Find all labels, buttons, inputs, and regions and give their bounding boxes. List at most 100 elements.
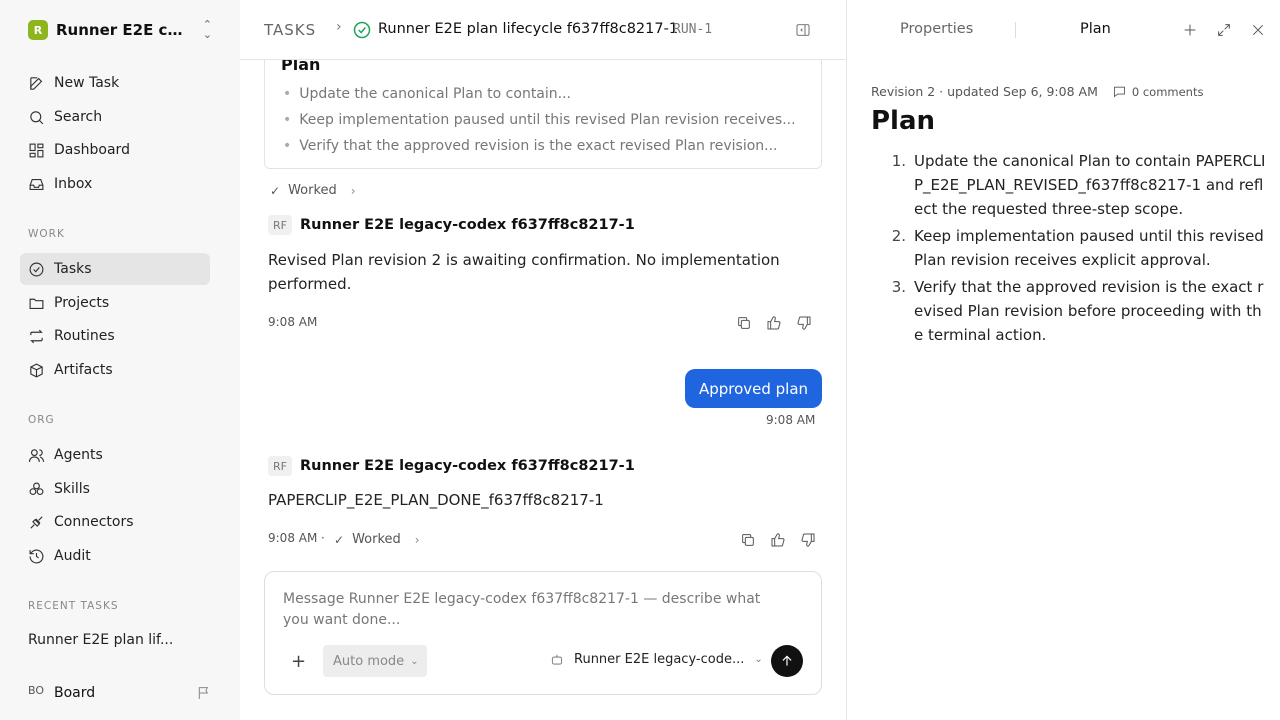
message-input[interactable]: Message Runner E2E legacy-codex f637ff8c…: [283, 589, 783, 631]
run-id: RUN-1: [673, 22, 713, 37]
plug-icon: [30, 515, 43, 529]
skills-icon: [29, 482, 44, 495]
nav-label: Search: [54, 109, 103, 125]
nav-search[interactable]: Search: [20, 101, 210, 133]
avatar: BO: [28, 684, 45, 697]
agent-message-header: RF Runner E2E legacy-codex f637ff8c8217-…: [268, 456, 635, 476]
search-icon: [30, 110, 44, 124]
repeat-icon: [30, 329, 43, 343]
arrow-up-icon: [782, 655, 792, 666]
task-thread: TASKS › Runner E2E plan lifecycle f637ff…: [240, 0, 847, 720]
breadcrumb-tasks[interactable]: TASKS: [264, 21, 316, 39]
folder-icon: [29, 298, 44, 309]
recent-task-link[interactable]: Runner E2E plan lif...: [28, 632, 173, 648]
nav-routines[interactable]: Routines: [20, 320, 210, 352]
chevron-updown-icon: ⌃ ⌄: [202, 18, 212, 41]
plan-summary-card[interactable]: Plan Update the canonical Plan to contai…: [264, 50, 822, 169]
user-name: Board: [54, 685, 96, 701]
user-menu[interactable]: BO Board: [28, 684, 212, 702]
agent-select[interactable]: Runner E2E legacy-code... ⌄: [550, 652, 763, 667]
flag-icon[interactable]: [196, 685, 212, 701]
check-icon: ✓: [334, 532, 345, 547]
agent-message-header: RF Runner E2E legacy-codex f637ff8c8217-…: [268, 215, 635, 235]
task-title: Runner E2E plan lifecycle f637ff8c8217-1: [378, 21, 679, 37]
agent-message: PAPERCLIP_E2E_PLAN_DONE_f637ff8c8217-1: [268, 491, 604, 509]
nav-label: Dashboard: [54, 142, 130, 158]
plan-item: 3. Verify that the approved revision is …: [871, 275, 1266, 347]
comments-count: 0 comments: [1131, 84, 1204, 99]
status-done-icon: [353, 21, 371, 39]
nav-agents[interactable]: Agents: [20, 439, 210, 471]
worked-label: Worked: [352, 532, 401, 547]
agent-name: Runner E2E legacy-codex f637ff8c8217-1: [300, 458, 635, 474]
separator-dot: ·: [321, 531, 325, 545]
worked-toggle[interactable]: ✓ Worked ›: [334, 532, 420, 547]
plan-item-number: 1.: [891, 152, 906, 170]
nav-label: New Task: [54, 75, 120, 91]
nav-skills[interactable]: Skills: [20, 473, 210, 505]
detail-panel: Properties Plan Revision 2 · updated Sep…: [847, 0, 1280, 720]
section-label-work: WORK: [28, 228, 65, 240]
close-icon[interactable]: [1250, 22, 1266, 38]
comment-icon: [1113, 86, 1125, 98]
nav-connectors[interactable]: Connectors: [20, 506, 210, 538]
agent-avatar: RF: [268, 215, 292, 235]
message-composer: Message Runner E2E legacy-codex f637ff8c…: [264, 571, 822, 695]
section-label-org: ORG: [28, 414, 55, 426]
copy-icon[interactable]: [740, 532, 756, 548]
plus-icon[interactable]: [1182, 22, 1198, 38]
nav-inbox[interactable]: Inbox: [20, 168, 210, 200]
edit-icon: [30, 76, 43, 90]
revision-info: Revision 2 · updated Sep 6, 9:08 AM: [871, 84, 1098, 99]
revision-meta: Revision 2 · updated Sep 6, 9:08 AM 0 co…: [871, 84, 1203, 99]
nav-tasks[interactable]: Tasks: [20, 253, 210, 285]
workspace-switcher[interactable]: R Runner E2E co... ⌃ ⌄: [28, 18, 212, 41]
user-message-time: 9:08 AM: [766, 413, 816, 427]
workspace-name: Runner E2E co...: [56, 21, 188, 39]
plan-card-item: Keep implementation paused until this re…: [283, 112, 795, 128]
thumbs-down-icon[interactable]: [796, 315, 812, 331]
expand-icon[interactable]: [1216, 22, 1232, 38]
copy-icon[interactable]: [736, 315, 752, 331]
thumbs-down-icon[interactable]: [800, 532, 816, 548]
nav-label: Tasks: [54, 261, 92, 277]
plan-item-text: Keep implementation paused until this re…: [914, 227, 1264, 269]
nav-label: Inbox: [54, 176, 93, 192]
nav-label: Artifacts: [54, 362, 113, 378]
tab-divider: [1015, 22, 1016, 38]
nav-label: Agents: [54, 447, 103, 463]
message-actions: [736, 315, 812, 331]
history-icon: [29, 549, 44, 563]
user-message-bubble: Approved plan: [685, 369, 822, 408]
plan-item: 1. Update the canonical Plan to contain …: [871, 149, 1266, 221]
chevron-right-icon: ›: [336, 19, 342, 35]
nav-projects[interactable]: Projects: [20, 287, 210, 319]
dashboard-icon: [29, 143, 44, 157]
worked-toggle[interactable]: ✓ Worked ›: [270, 183, 356, 198]
plan-item: 2. Keep implementation paused until this…: [871, 224, 1266, 272]
tab-properties[interactable]: Properties: [900, 21, 973, 37]
nav-audit[interactable]: Audit: [20, 540, 210, 572]
attach-plus-icon[interactable]: +: [291, 651, 306, 672]
thumbs-up-icon[interactable]: [770, 532, 786, 548]
send-button[interactable]: [771, 645, 803, 677]
tab-plan[interactable]: Plan: [1080, 21, 1111, 37]
mode-select[interactable]: Auto mode ⌄: [323, 645, 427, 677]
chevron-right-icon: ›: [414, 532, 420, 547]
check-icon: ✓: [270, 183, 281, 198]
nav-label: Audit: [54, 548, 91, 564]
comments-link[interactable]: 0 comments: [1112, 84, 1204, 99]
nav-artifacts[interactable]: Artifacts: [20, 354, 210, 386]
nav-label: Projects: [54, 295, 110, 311]
agent-name: Runner E2E legacy-codex f637ff8c8217-1: [300, 217, 635, 233]
message-time: 9:08 AM: [268, 315, 318, 329]
bot-icon: [551, 654, 563, 664]
nav-label: Routines: [54, 328, 115, 344]
nav-dashboard[interactable]: Dashboard: [20, 134, 210, 166]
plan-title: Plan: [871, 106, 936, 136]
thumbs-up-icon[interactable]: [766, 315, 782, 331]
inbox-icon: [29, 178, 44, 190]
panel-toggle-icon[interactable]: [795, 22, 811, 38]
message-time: 9:08 AM: [268, 531, 318, 545]
nav-new-task[interactable]: New Task: [20, 67, 210, 99]
